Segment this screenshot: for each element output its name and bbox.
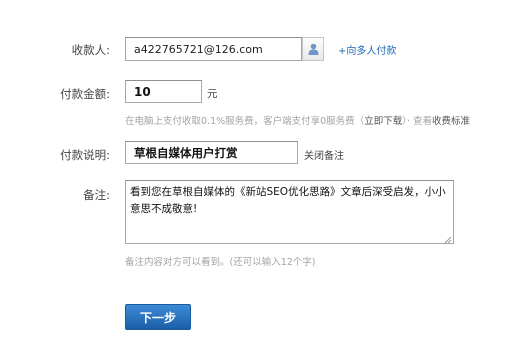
fee-hint-mid: ）· 查看 <box>402 116 432 127</box>
close-remark-link[interactable]: 关闭备注 <box>304 147 344 162</box>
description-input[interactable] <box>125 141 298 164</box>
resize-grip-icon[interactable] <box>443 235 452 244</box>
amount-label: 付款金额: <box>60 87 110 101</box>
contact-person-icon <box>308 43 319 55</box>
multi-payee-link[interactable]: +向多人付款 <box>338 42 396 57</box>
remark-hint: 备注内容对方可以看到。(还可以输入12个字) <box>125 257 316 268</box>
remark-label: 备注: <box>83 188 110 202</box>
description-label: 付款说明: <box>60 148 110 162</box>
download-link[interactable]: 立即下载 <box>364 116 402 127</box>
contact-picker-button[interactable] <box>302 37 324 61</box>
payee-label: 收款人: <box>71 43 110 57</box>
next-step-button[interactable]: 下一步 <box>125 304 191 330</box>
fee-hint: 在电脑上支付收取0.1%服务费，客户端支付享0服务费（立即下载）· 查看收费标准 <box>125 113 470 127</box>
amount-input[interactable] <box>125 80 202 103</box>
fee-hint-text: 在电脑上支付收取0.1%服务费，客户端支付享0服务费（ <box>125 116 365 127</box>
remark-textarea[interactable]: 看到您在草根自媒体的《新站SEO优化思路》文章后深受启发，小小意思不成敬意! <box>125 180 454 244</box>
fee-standard-link[interactable]: 收费标准 <box>432 116 470 127</box>
payee-input[interactable] <box>125 37 302 61</box>
amount-unit: 元 <box>207 88 218 100</box>
